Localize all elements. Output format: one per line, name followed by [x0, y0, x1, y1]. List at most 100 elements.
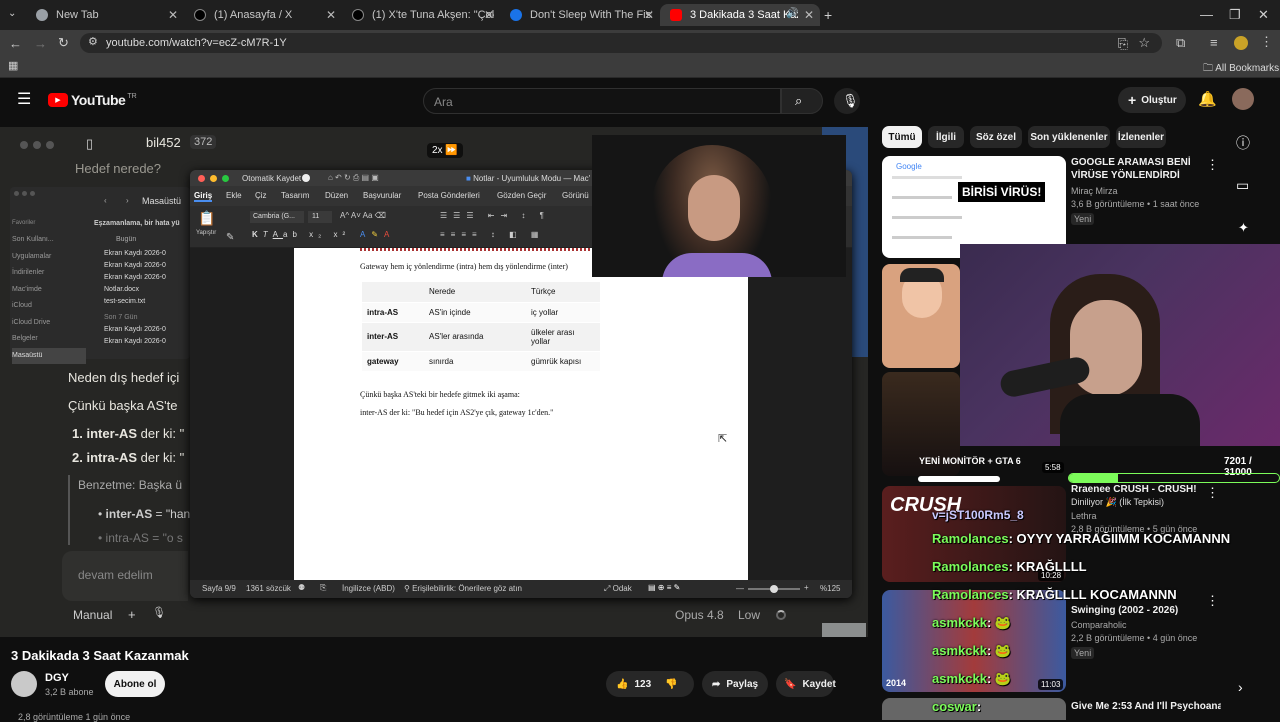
macro-icon[interactable]: ⎘ — [320, 583, 326, 593]
close-icon[interactable]: ✕ — [804, 8, 814, 22]
ribbon-tab-design[interactable]: Tasarım — [281, 191, 309, 200]
chip-watched[interactable]: İzlenenler — [1116, 126, 1166, 148]
more-options-icon[interactable]: ⋮ — [1206, 594, 1219, 607]
info-icon[interactable]: ⓘ — [1236, 136, 1250, 150]
finder-sidebar-item[interactable]: Uygulamalar — [12, 249, 86, 266]
share-button[interactable]: ➦ Paylaş — [702, 671, 768, 697]
microphone-icon[interactable]: 🎙 — [152, 608, 166, 619]
thumbs-up-icon[interactable]: 👍 — [616, 679, 628, 690]
zoom-out-icon[interactable]: — — [736, 584, 744, 593]
thumbs-down-icon[interactable]: 👎 — [665, 679, 677, 690]
new-tab-icon[interactable]: + — [824, 8, 832, 22]
mode-selector[interactable]: Manual — [73, 608, 112, 622]
back-icon[interactable]: ‹ — [104, 196, 107, 205]
video-thumbnail[interactable] — [882, 264, 960, 368]
zoom-slider-thumb[interactable] — [770, 585, 778, 593]
url-bar[interactable]: ⚙ youtube.com/watch?v=ecZ-cM7R-1Y ⎘ ☆ — [80, 33, 1162, 53]
zoom-in-icon[interactable]: + — [804, 583, 809, 592]
video-channel[interactable]: Miraç Mirza — [1071, 186, 1211, 196]
voice-search-button[interactable]: 🎙 — [834, 88, 860, 114]
color-icons[interactable]: A✎A — [360, 230, 395, 239]
finder-sidebar-item[interactable]: iCloud Drive — [12, 315, 86, 332]
close-icon[interactable]: ✕ — [484, 8, 494, 22]
tab-steam[interactable]: Don't Sleep With The Fishes on✕ — [500, 4, 660, 26]
sparkle-icon[interactable]: ✦ — [1238, 221, 1249, 234]
chip-related[interactable]: İlgili — [928, 126, 964, 148]
video-channel[interactable]: Comparaholic — [1071, 620, 1211, 630]
notifications-bell-icon[interactable]: 🔔 — [1198, 92, 1217, 107]
youtube-logo[interactable]: ▶ YouTube TR — [48, 92, 137, 108]
font-size-select[interactable]: 11 — [308, 211, 332, 223]
status-language[interactable]: İngilizce (ABD) — [342, 584, 395, 593]
ribbon-tab-view[interactable]: Görünü — [562, 191, 589, 200]
extensions-icon[interactable]: ⧉ — [1176, 36, 1185, 49]
speaker-icon[interactable]: 🔊 — [786, 9, 798, 19]
ribbon-tab-draw[interactable]: Çiz — [255, 191, 267, 200]
install-app-icon[interactable]: ⎘ — [1118, 37, 1128, 50]
ribbon-tab-references[interactable]: Başvurular — [363, 191, 401, 200]
channel-name[interactable]: DGY — [45, 672, 69, 684]
restore-icon[interactable]: ❐ — [1229, 8, 1241, 21]
video-info[interactable]: Swinging (2002 - 2026) Comparaholic 2,2 … — [1071, 604, 1211, 661]
file-item[interactable]: Ekran Kaydı 2026-0 — [104, 272, 188, 284]
close-icon[interactable]: ✕ — [168, 8, 178, 22]
font-grow-shrink-icons[interactable]: A^ A˅ Aa ⌫ — [340, 211, 386, 220]
chip-all[interactable]: Tümü — [882, 126, 922, 148]
ribbon-tab-layout[interactable]: Düzen — [325, 191, 348, 200]
forward-icon[interactable]: → — [34, 37, 47, 50]
more-options-icon[interactable]: ⋮ — [1206, 158, 1219, 171]
accessibility-status[interactable]: ⚲ Erişilebilirlik: Önerilere göz atın — [404, 584, 522, 593]
site-info-icon[interactable]: ⚙ — [88, 37, 98, 48]
proofing-icon[interactable]: ⚉ — [298, 583, 305, 592]
tab-youtube-active[interactable]: 3 Dakikada 3 Saat Kazanma🔊 ✕ — [660, 4, 820, 26]
close-icon[interactable]: ✕ — [326, 8, 336, 22]
ribbon-tab-review[interactable]: Gözden Geçir — [497, 191, 546, 200]
plus-icon[interactable]: + — [128, 608, 136, 621]
chat-input[interactable]: devam edelim — [62, 551, 188, 601]
search-button[interactable]: ⌕ — [781, 88, 823, 114]
video-info[interactable]: Give Me 2:53 And I'll Psychoanalyze Your… — [1071, 700, 1221, 713]
file-item[interactable]: Ekran Kaydı 2026-0 — [104, 248, 188, 260]
forward-icon[interactable]: › — [126, 196, 129, 205]
create-button[interactable]: + Oluştur — [1118, 87, 1186, 113]
video-title[interactable]: Swinging (2002 - 2026) — [1071, 604, 1211, 617]
bookmark-star-icon[interactable]: ☆ — [1138, 36, 1150, 49]
hamburger-menu-icon[interactable]: ☰ — [17, 92, 31, 108]
file-item[interactable]: Ekran Kaydı 2026-0 — [104, 260, 188, 272]
document-page[interactable]: Gateway hem iç yönlendirme (intra) hem d… — [294, 248, 748, 580]
view-mode-icons[interactable]: ▤ ⊕ ≡ ✎ — [648, 583, 680, 592]
chip-recently-uploaded[interactable]: Son yüklenenler — [1028, 126, 1110, 148]
tab-x-post[interactable]: (1) X'te Tuna Akşen: "Çok enter✕ — [342, 4, 500, 26]
align-icons[interactable]: ≡≡≡≡ ↕ ◧ ▦ — [440, 230, 544, 239]
file-item[interactable]: Ekran Kaydı 2026-0 — [104, 324, 188, 336]
tab-x-home[interactable]: (1) Anasayfa / X ✕ — [184, 4, 342, 26]
chip-for-you[interactable]: Söz özel — [970, 126, 1022, 148]
format-painter-icon[interactable]: ✎ — [226, 232, 234, 243]
home-icon[interactable]: ⌂ ↶ ↻ ⎙ ▤ ▣ — [328, 173, 379, 183]
video-info[interactable]: GOOGLE ARAMASI BENİ VİRÜSE YÖNLENDİRDİ M… — [1071, 156, 1211, 227]
account-avatar[interactable] — [1232, 88, 1254, 110]
search-input[interactable]: Ara — [423, 88, 781, 114]
ribbon-tab-home[interactable]: Giriş — [194, 191, 213, 202]
zoom-slider[interactable] — [748, 585, 800, 593]
finder-sidebar-item[interactable]: Mac'imde — [12, 282, 86, 299]
list-icons[interactable]: ☰☰☰ ⇤⇥ ↕ ¶ — [440, 211, 550, 220]
subscribe-button[interactable]: Abone ol — [105, 671, 165, 697]
finder-sidebar-item[interactable]: Belgeler — [12, 331, 86, 348]
file-item[interactable]: Notlar.docx — [104, 284, 188, 296]
ribbon-tab-insert[interactable]: Ekle — [226, 191, 242, 200]
finder-sidebar-item[interactable]: İndirilenler — [12, 265, 86, 282]
chrome-menu-icon[interactable]: ⋮ — [1260, 35, 1273, 48]
paste-icon[interactable]: 📋 — [198, 210, 215, 227]
focus-mode-button[interactable]: ⤢ Odak — [604, 584, 632, 594]
save-button[interactable]: 🔖 Kaydet — [776, 671, 836, 697]
reload-icon[interactable]: ↻ — [58, 36, 69, 49]
profile-avatar-icon[interactable] — [1234, 36, 1248, 50]
status-word-count[interactable]: 1361 sözcük — [246, 584, 291, 593]
file-item[interactable]: test-secim.txt — [104, 296, 188, 308]
file-item[interactable]: Ekran Kaydı 2026-0 — [104, 336, 188, 348]
sidebar-toggle-icon[interactable]: ▯ — [86, 137, 93, 150]
video-channel[interactable]: Lethra — [1071, 511, 1211, 521]
window-close-icon[interactable]: ✕ — [1258, 8, 1269, 21]
ribbon-tab-mailings[interactable]: Posta Gönderileri — [418, 191, 480, 200]
